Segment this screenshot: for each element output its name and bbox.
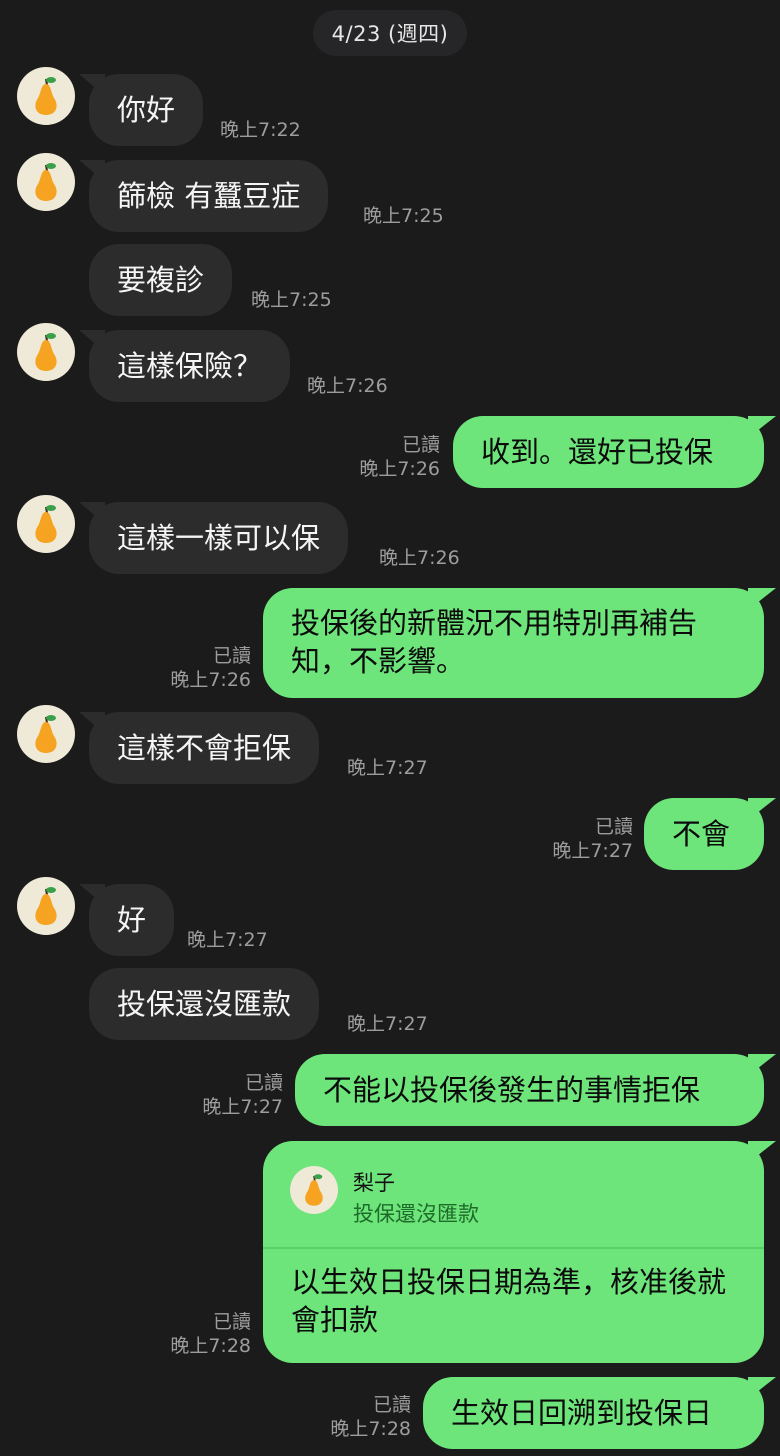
message-time: 晚上7:26	[359, 458, 440, 480]
message-bubble[interactable]: 收到。還好已投保	[453, 416, 776, 488]
read-receipt: 已讀	[372, 1394, 411, 1416]
message-time: 晚上7:27	[187, 929, 268, 951]
contact-avatar[interactable]	[17, 877, 75, 935]
read-receipt: 已讀	[212, 1311, 251, 1333]
message-bubble[interactable]: 這樣保險？	[78, 330, 291, 402]
read-receipt: 已讀	[212, 645, 251, 667]
reply-message-bubble[interactable]: 梨子 投保還沒匯款 以生效日投保日期為準，核准後就會扣款	[263, 1141, 776, 1363]
quoted-avatar	[290, 1166, 338, 1214]
quoted-message[interactable]: 梨子 投保還沒匯款	[263, 1141, 764, 1249]
pear-icon	[305, 1174, 323, 1206]
message-bubble[interactable]: 不會	[644, 798, 776, 870]
message-bubble[interactable]: 篩檢 有蠶豆症	[78, 160, 329, 232]
message-time: 晚上7:26	[379, 547, 460, 569]
date-separator: 4/23 (週四)	[313, 10, 467, 56]
message-time: 晚上7:25	[251, 289, 332, 311]
message-time: 晚上7:28	[330, 1418, 411, 1440]
message-text: 這樣不會拒保	[117, 731, 292, 765]
message-time: 晚上7:25	[363, 205, 444, 227]
message-time: 晚上7:28	[170, 1335, 251, 1357]
message-text: 以生效日投保日期為準，核准後就會扣款	[291, 1265, 727, 1337]
message-text: 要複診	[117, 263, 205, 297]
pear-icon	[35, 333, 57, 371]
message-meta: 已讀 晚上7:27	[202, 1071, 283, 1119]
message-text: 不會	[672, 817, 731, 851]
message-text: 收到。還好已投保	[481, 435, 714, 469]
read-receipt: 已讀	[594, 816, 633, 838]
quoted-text: 投保還沒匯款	[353, 1202, 479, 1226]
quoted-sender-name: 梨子	[353, 1171, 395, 1195]
message-text: 投保還沒匯款	[117, 987, 292, 1021]
message-text: 你好	[117, 93, 176, 127]
contact-avatar[interactable]	[17, 67, 75, 125]
message-text: 不能以投保後發生的事情拒保	[323, 1073, 701, 1107]
contact-avatar[interactable]	[17, 705, 75, 763]
contact-avatar[interactable]	[17, 495, 75, 553]
message-bubble[interactable]: 這樣不會拒保	[78, 712, 320, 784]
message-time: 晚上7:22	[220, 119, 301, 141]
message-meta: 已讀 晚上7:26	[359, 433, 440, 481]
pear-icon	[35, 77, 57, 115]
message-text: 這樣保險？	[117, 349, 263, 383]
message-time: 晚上7:27	[347, 757, 428, 779]
message-text: 投保後的新體況不用特別再補告知，不影響。	[291, 606, 698, 678]
message-time: 晚上7:27	[202, 1096, 283, 1118]
message-meta: 已讀 晚上7:28	[170, 1310, 251, 1358]
read-receipt: 已讀	[244, 1072, 283, 1094]
message-time: 晚上7:26	[170, 669, 251, 691]
pear-icon	[35, 715, 57, 753]
message-text: 篩檢 有蠶豆症	[117, 179, 301, 213]
pear-icon	[35, 505, 57, 543]
message-meta: 已讀 晚上7:27	[552, 815, 633, 863]
message-bubble[interactable]: 投保後的新體況不用特別再補告知，不影響。	[263, 588, 776, 698]
message-bubble[interactable]: 好	[78, 884, 175, 956]
message-text: 生效日回溯到投保日	[451, 1396, 713, 1430]
message-bubble[interactable]: 你好	[78, 74, 204, 146]
message-text: 好	[117, 903, 147, 937]
chat-thread[interactable]: 4/23 (週四) 你好 晚上7:22 篩檢 有蠶豆症 晚上7:25 要複診 晚…	[0, 0, 780, 1456]
message-bubble[interactable]: 不能以投保後發生的事情拒保	[295, 1054, 776, 1126]
pear-icon	[35, 887, 57, 925]
pear-icon	[35, 163, 57, 201]
message-bubble[interactable]: 投保還沒匯款	[89, 968, 320, 1040]
message-text: 這樣一樣可以保	[117, 521, 321, 555]
contact-avatar[interactable]	[17, 323, 75, 381]
read-receipt: 已讀	[401, 434, 440, 456]
contact-avatar[interactable]	[17, 153, 75, 211]
message-bubble[interactable]: 要複診	[89, 244, 233, 316]
message-time: 晚上7:27	[347, 1013, 428, 1035]
message-meta: 已讀 晚上7:26	[170, 644, 251, 692]
message-time: 晚上7:27	[552, 840, 633, 862]
message-bubble[interactable]: 生效日回溯到投保日	[423, 1377, 776, 1449]
message-meta: 已讀 晚上7:28	[330, 1393, 411, 1441]
message-time: 晚上7:26	[307, 375, 388, 397]
message-bubble[interactable]: 這樣一樣可以保	[78, 502, 349, 574]
